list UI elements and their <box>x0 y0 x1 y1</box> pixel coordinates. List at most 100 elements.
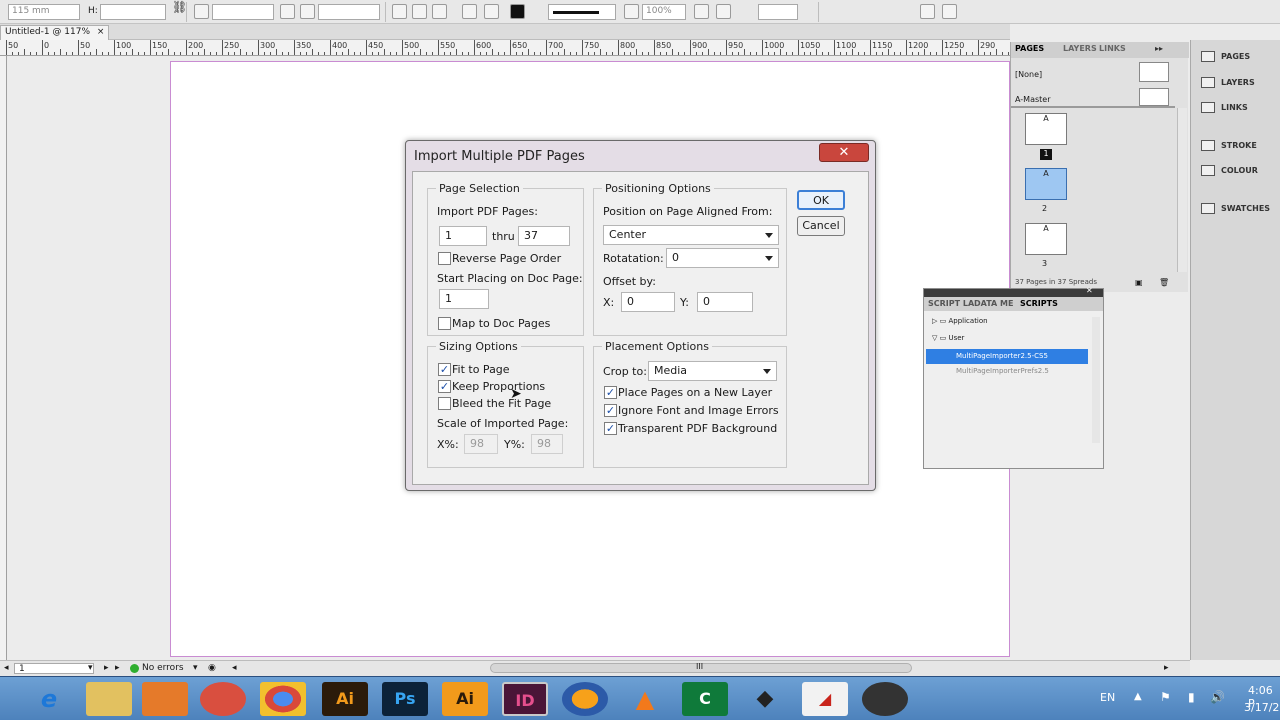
dock-colour[interactable]: COLOUR <box>1195 159 1280 181</box>
script-item-selected[interactable]: MultiPageImporter2.5-CS5 <box>926 349 1088 364</box>
select-next-icon[interactable] <box>462 4 477 19</box>
crop-to-dropdown[interactable]: Media <box>648 361 777 381</box>
pages-scrollbar[interactable] <box>1177 108 1187 272</box>
expand-icon[interactable]: ▷ <box>932 317 937 325</box>
preflight-menu-icon[interactable]: ▾ <box>193 663 198 673</box>
preflight-panel-icon[interactable]: ◉ <box>208 663 216 673</box>
scale-x-field[interactable] <box>212 4 274 20</box>
fill-swatch-icon[interactable] <box>510 4 525 19</box>
ignore-errors-checkbox[interactable]: ✓ <box>604 404 617 417</box>
select-content-icon[interactable] <box>432 4 447 19</box>
scroll-right-icon[interactable]: ▸ <box>1164 663 1169 673</box>
from-page-field[interactable]: 1 <box>439 226 487 246</box>
clock-date[interactable]: 3/17/2 <box>1244 701 1279 714</box>
collapse-icon[interactable]: ▽ <box>932 334 937 342</box>
flip-icon[interactable] <box>392 4 407 19</box>
tab-pages[interactable]: PAGES <box>1015 44 1044 53</box>
chrome-icon[interactable] <box>260 682 306 716</box>
lock-scale-icon[interactable] <box>280 4 295 19</box>
a-master-thumb[interactable] <box>1139 88 1169 106</box>
rotate-icon[interactable] <box>300 4 315 19</box>
none-master-thumb[interactable] <box>1139 62 1169 82</box>
flip-vertical-icon[interactable] <box>412 4 427 19</box>
panel-close-icon[interactable]: ✕ <box>1086 286 1093 295</box>
zoom-field[interactable]: 100% <box>642 4 686 20</box>
map-doc-pages-checkbox[interactable] <box>438 317 451 330</box>
ie-icon[interactable]: e <box>26 682 72 716</box>
dock-stroke[interactable]: STROKE <box>1195 134 1280 156</box>
show-hidden-icons[interactable]: ▲ <box>1134 691 1142 702</box>
none-master[interactable]: [None] <box>1015 70 1042 79</box>
scale-y-field[interactable]: 98 <box>531 434 563 454</box>
offset-x-field[interactable]: 0 <box>621 292 675 312</box>
acrobat-icon[interactable]: ◢ <box>802 682 848 716</box>
document-tab[interactable]: Untitled-1 @ 117% × <box>0 25 110 40</box>
panel-titlebar[interactable]: ✕ <box>924 286 1103 297</box>
corner-dropdown[interactable] <box>758 4 798 20</box>
scale-x-field[interactable]: 98 <box>464 434 498 454</box>
aligned-from-dropdown[interactable]: Center <box>603 225 779 245</box>
reverse-order-checkbox[interactable] <box>438 252 451 265</box>
align-icon[interactable] <box>484 4 499 19</box>
dock-swatches[interactable]: SWATCHES <box>1195 197 1280 219</box>
explorer-icon[interactable] <box>86 682 132 716</box>
close-tab-icon[interactable]: × <box>97 27 105 37</box>
scripts-scrollbar[interactable] <box>1092 317 1100 443</box>
dock-pages[interactable]: PAGES <box>1195 45 1280 67</box>
close-icon[interactable]: ✕ <box>819 143 869 162</box>
rotation-dropdown[interactable]: 0 <box>666 248 779 268</box>
panel-menu-icon[interactable]: ▸▸ <box>1155 44 1163 53</box>
firefox-icon[interactable] <box>562 682 608 716</box>
settings-icon[interactable] <box>920 4 935 19</box>
tab-script-label[interactable]: SCRIPT LA <box>928 299 974 308</box>
distribute-icon[interactable] <box>716 4 731 19</box>
folder-user[interactable]: ▽ ▭ User <box>926 334 1096 348</box>
bleed-fit-checkbox[interactable] <box>438 397 451 410</box>
fit-to-page-checkbox[interactable]: ✓ <box>438 363 451 376</box>
keep-proportions-checkbox[interactable]: ✓ <box>438 380 451 393</box>
app-icon[interactable] <box>200 682 246 716</box>
delete-page-icon[interactable]: 🗑 <box>1159 278 1169 287</box>
horizontal-scrollbar[interactable]: III <box>490 662 912 673</box>
constrain-icon[interactable]: ⛓ <box>172 0 187 15</box>
illustrator-alt-icon[interactable]: Ai <box>442 682 488 716</box>
illustrator-icon[interactable]: Ai <box>322 682 368 716</box>
panel-menu-icon[interactable] <box>942 4 957 19</box>
new-page-icon[interactable]: ▣ <box>1135 278 1143 287</box>
rotate-field[interactable] <box>318 4 380 20</box>
tab-data-merge[interactable]: DATA ME <box>974 299 1013 308</box>
stroke-style-dropdown[interactable] <box>548 4 616 20</box>
page-number-field[interactable]: 1 <box>14 663 94 674</box>
tab-scripts[interactable]: SCRIPTS <box>1020 299 1058 308</box>
camtasia-icon[interactable]: C <box>682 682 728 716</box>
a-master[interactable]: A-Master <box>1015 95 1051 104</box>
page-thumb-2[interactable]: A <box>1025 168 1067 200</box>
page-thumb-1[interactable]: A <box>1025 113 1067 145</box>
media-player-icon[interactable] <box>142 682 188 716</box>
cancel-button[interactable]: Cancel <box>797 216 845 236</box>
tab-layers[interactable]: LAYERS <box>1063 44 1097 53</box>
language-indicator[interactable]: EN <box>1100 691 1115 704</box>
script-item[interactable]: MultiPageImporterPrefs2.5 <box>926 367 1049 375</box>
indesign-icon[interactable]: ID <box>502 682 548 716</box>
obs-icon[interactable] <box>862 682 908 716</box>
dock-layers[interactable]: LAYERS <box>1195 71 1280 93</box>
network-icon[interactable]: ▮ <box>1188 690 1195 704</box>
page-thumb-3[interactable]: A <box>1025 223 1067 255</box>
next-page-icon[interactable]: ▸ <box>104 663 109 673</box>
inkscape-icon[interactable]: ◆ <box>742 682 788 716</box>
vlc-icon[interactable]: ▲ <box>622 682 668 716</box>
width-field[interactable]: 115 mm <box>8 4 80 20</box>
to-page-field[interactable]: 37 <box>518 226 570 246</box>
offset-y-field[interactable]: 0 <box>697 292 753 312</box>
last-page-icon[interactable]: ▸ <box>115 663 120 673</box>
transparent-bg-checkbox[interactable]: ✓ <box>604 422 617 435</box>
scroll-left-icon[interactable]: ◂ <box>232 663 237 673</box>
folder-application[interactable]: ▷ ▭ Application <box>926 317 1096 331</box>
tab-links[interactable]: LINKS <box>1099 44 1126 53</box>
ok-button[interactable]: OK <box>797 190 845 210</box>
start-page-field[interactable]: 1 <box>439 289 489 309</box>
text-wrap-icon[interactable] <box>694 4 709 19</box>
page-dropdown-icon[interactable]: ▾ <box>88 663 93 673</box>
scale-x-icon[interactable] <box>194 4 209 19</box>
